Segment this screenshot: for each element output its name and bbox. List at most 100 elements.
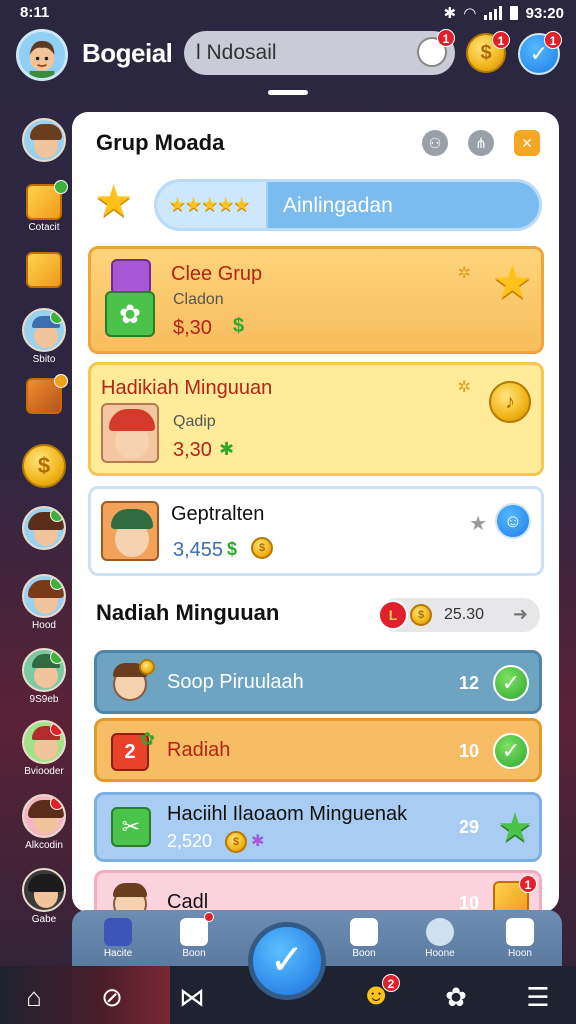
panel-title: Grup Moada [96, 130, 225, 155]
boy-avatar-icon [19, 32, 65, 78]
girl-avatar-icon [22, 794, 66, 838]
chest-icon [26, 374, 68, 414]
drag-handle[interactable] [268, 90, 308, 95]
crate-icon: 1 [493, 875, 537, 912]
star-icon: ★ [491, 256, 533, 308]
card-title: Clee Grup [171, 263, 263, 285]
cash-icon: $ [233, 315, 245, 337]
bluetooth-icon: ✱ [443, 5, 457, 22]
row-label: Radiah [167, 739, 231, 761]
signal-icon [483, 6, 502, 20]
status-clock: 93:20 [525, 4, 564, 22]
check-icon[interactable]: ✓ [493, 733, 529, 769]
sidebar-item-chest[interactable] [18, 374, 70, 414]
sidebar-item-cotacit[interactable]: Cotacit [18, 180, 70, 233]
boy-avatar-icon [22, 648, 66, 692]
trophy-icon: L [378, 600, 408, 630]
card-subtitle: Qadip [173, 413, 216, 430]
rating-stars: ★★★★★ [169, 195, 250, 216]
menu-icon[interactable]: ☰ [518, 982, 558, 1013]
profile-avatar[interactable] [16, 29, 68, 81]
link-icon[interactable]: ⊘ [92, 982, 132, 1013]
tab-boon-1[interactable]: Boon [164, 912, 224, 959]
tab-hoone[interactable]: Hoone [410, 918, 470, 959]
sparkle-icon: ✲ [457, 379, 471, 396]
check-badge: 1 [544, 31, 562, 49]
boy-avatar-icon [101, 501, 159, 561]
girl-avatar-icon [22, 574, 66, 618]
confirm-fab-button[interactable]: ✓ [248, 922, 326, 1000]
bowtie-icon[interactable]: ⋈ [172, 982, 212, 1013]
girl-avatar-icon [22, 868, 66, 912]
list-item[interactable]: 2 ✿ Radiah 10 ✓ [94, 718, 542, 782]
card-amount: 3,455 [173, 539, 224, 561]
wifi-icon: ◠ [464, 5, 476, 22]
list-item[interactable]: Cadl 10 1 [94, 870, 542, 912]
sidebar-item-9s9eb[interactable]: 9S9eb [18, 648, 70, 705]
boy-avatar-icon [22, 308, 66, 352]
coin-button[interactable]: $ 1 [466, 31, 510, 73]
cash-icon: ✱ [219, 439, 235, 459]
card-title: Geptralten [171, 503, 265, 525]
progress-bar: ★★★★★ Ainlingadan [154, 179, 542, 231]
star-icon: ★ [94, 177, 134, 226]
cash-icon: $ [227, 539, 238, 559]
sidebar-item-box[interactable] [18, 252, 70, 288]
row-label: Haciihl Ilaoaom Minguenak [167, 803, 408, 825]
sidebar-item-sbito[interactable]: Sbito [18, 308, 70, 365]
card-subtitle: Cladon [173, 291, 224, 308]
check-icon[interactable]: ✓ [493, 665, 529, 701]
close-icon[interactable]: ✕ [514, 130, 540, 156]
photo-icon [350, 918, 378, 946]
fork-icon[interactable]: ⋔ [468, 130, 494, 156]
emoji-icon[interactable]: ☻ 2 [356, 974, 400, 1012]
tab-hoon[interactable]: Hoon [490, 918, 550, 959]
sidebar-item-bviooder[interactable]: Bviooder [18, 720, 70, 777]
gift-box-icon [26, 180, 68, 220]
share-icon[interactable]: ⚇ [422, 130, 448, 156]
battery-icon [509, 6, 518, 20]
tab-boon-2[interactable]: Boon [334, 918, 394, 959]
green-box-icon: ✂ [109, 807, 151, 849]
gift-shield-icon: 2 ✿ [109, 729, 155, 771]
sidebar-item-gabe[interactable]: Gabe [18, 868, 70, 925]
coin-icon: ♪ [489, 381, 531, 423]
sidebar-coin[interactable]: $ [18, 444, 70, 488]
reward-card-group[interactable]: ✿ Clee Grup Cladon $,30 $ ✲ ★ [88, 246, 544, 354]
tab-hacite[interactable]: Hacite [88, 918, 148, 959]
card-amount: 3,30 [173, 439, 212, 461]
girl-avatar-icon [101, 403, 159, 463]
check-button[interactable]: ✓ 1 [518, 31, 562, 75]
row-amount: 2,520 [167, 831, 213, 851]
reward-card-player[interactable]: Geptralten 3,455 $ $ ★ ☺ [88, 486, 544, 576]
main-panel: Grup Moada ⚇ ⋔ ✕ ★ ★★★★★ Ainlingadan ✿ C… [72, 112, 559, 912]
status-bar: 8:11 ✱ ◠ 93:20 [0, 0, 576, 26]
search-bar[interactable]: l Ndosail 1 [184, 29, 455, 75]
row-number: 10 [458, 741, 479, 761]
status-icons: ✱ ◠ 93:20 [443, 4, 565, 23]
row-label: Soop Piruulaah [167, 671, 304, 693]
chat-icon[interactable]: ☺ [495, 503, 531, 539]
section-title: Nadiah Minguuan [96, 600, 280, 625]
sidebar-item-alkcodin[interactable]: Alkcodin [18, 794, 70, 851]
section-counter[interactable]: L $ 25.30 ➜ [378, 598, 540, 632]
sidebar-avatar-1[interactable] [18, 118, 70, 162]
sparkle-icon: ✱ [251, 833, 265, 850]
sidebar-item-avatar[interactable] [18, 506, 70, 550]
arrow-right-icon: ➜ [512, 604, 528, 624]
paw-icon[interactable]: ✿ [436, 982, 476, 1013]
home-icon[interactable]: ⌂ [14, 982, 54, 1013]
sparkle-icon: ✲ [457, 265, 471, 282]
star-icon: ★ [497, 806, 533, 850]
search-input[interactable]: l Ndosail [196, 41, 277, 65]
row-number: 12 [458, 673, 479, 693]
search-badge: 1 [437, 29, 455, 47]
username: Bogeial [82, 38, 173, 68]
boy-avatar-icon [22, 720, 66, 764]
sidebar-item-hood[interactable]: Hood [18, 574, 70, 631]
coin-icon: $ [410, 604, 432, 626]
reward-card-weekly[interactable]: Hadikiah Minguuan Qadip 3,30 ✱ ✲ ♪ [88, 362, 544, 476]
list-item[interactable]: Soop Piruulaah 12 ✓ [94, 650, 542, 714]
girl-avatar-icon [22, 506, 66, 550]
list-item[interactable]: ✂ Haciihl Ilaoaom Minguenak 2,520 $ ✱ 29… [94, 792, 542, 862]
